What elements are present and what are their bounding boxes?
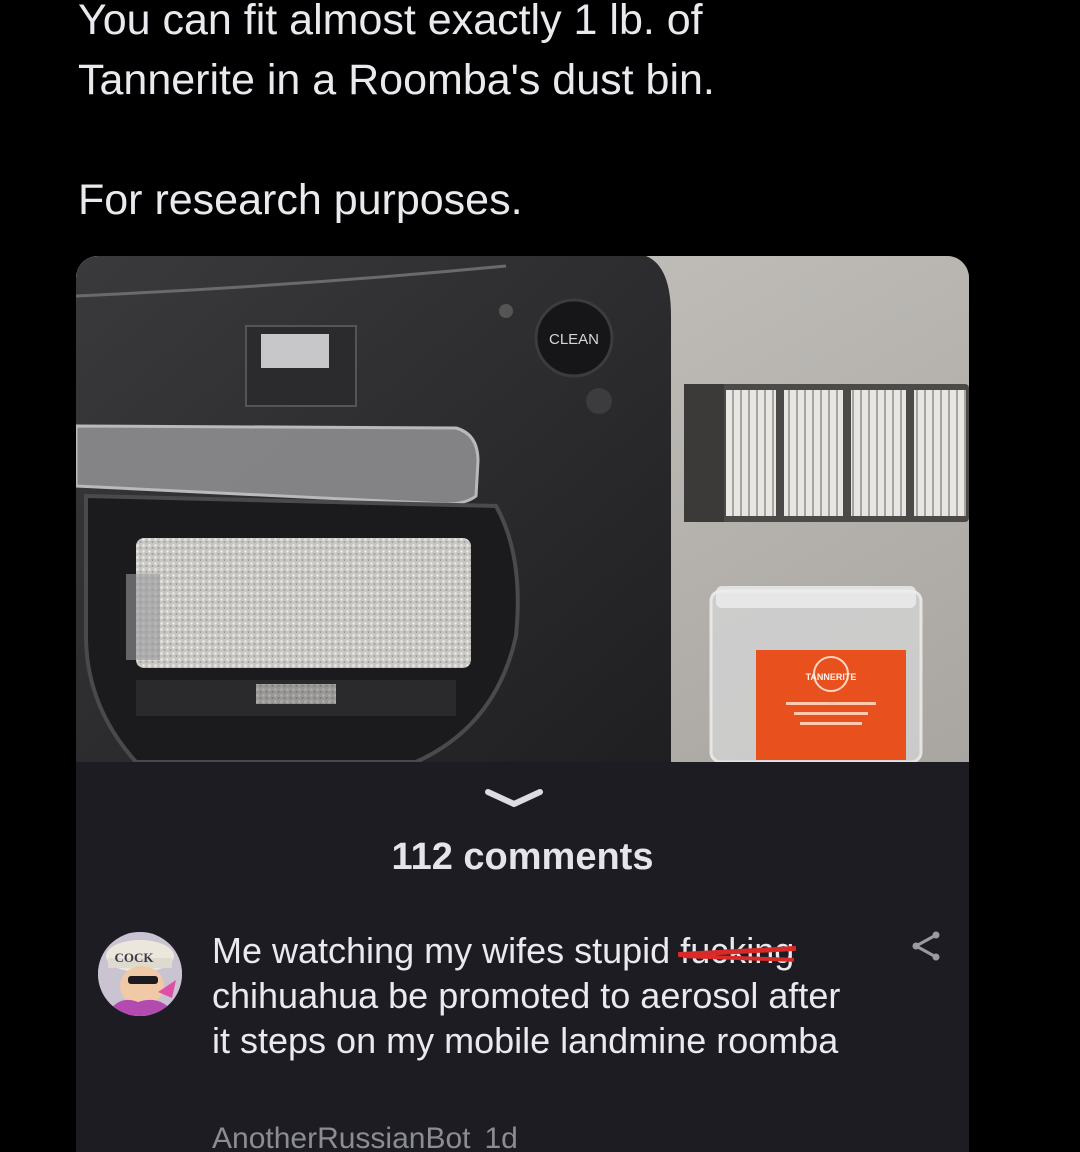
comment-meta: AnotherRussianBot 1d: [212, 1122, 532, 1152]
post-line-3: For research purposes.: [78, 176, 523, 224]
censored-word: fucking: [680, 930, 795, 971]
post-photo[interactable]: CLEAN TANNERITE: [76, 256, 969, 762]
comments-panel: 112 comments COCK Me watching my wifes s…: [76, 762, 969, 1152]
post-text: You can fit almost exactly 1 lb. of Tann…: [78, 0, 978, 230]
comment-author[interactable]: AnotherRussianBot: [212, 1122, 471, 1152]
share-icon[interactable]: [908, 928, 944, 964]
post-line-1: You can fit almost exactly 1 lb. of: [78, 0, 703, 44]
comments-count[interactable]: 112 comments: [76, 836, 969, 879]
comment-text-start: Me watching my wifes stupid: [212, 930, 681, 971]
jar-label-text: TANNERITE: [806, 672, 857, 682]
comment-text-rest: chihuahua be promoted to aerosol after i…: [212, 975, 841, 1061]
avatar-hat-text: COCK: [115, 950, 155, 965]
screenshot-page: You can fit almost exactly 1 lb. of Tann…: [0, 0, 1080, 1152]
comment-text: Me watching my wifes stupid fucking chih…: [212, 928, 852, 1063]
post-line-2: Tannerite in a Roomba's dust bin.: [78, 56, 715, 104]
comment-age: 1d: [484, 1122, 518, 1152]
chevron-down-icon[interactable]: [484, 786, 544, 810]
roomba-photo-illustration: CLEAN TANNERITE: [76, 256, 969, 762]
avatar[interactable]: COCK: [98, 932, 182, 1016]
dust-bin-powder: [136, 538, 471, 668]
clean-button-label: CLEAN: [549, 331, 599, 348]
